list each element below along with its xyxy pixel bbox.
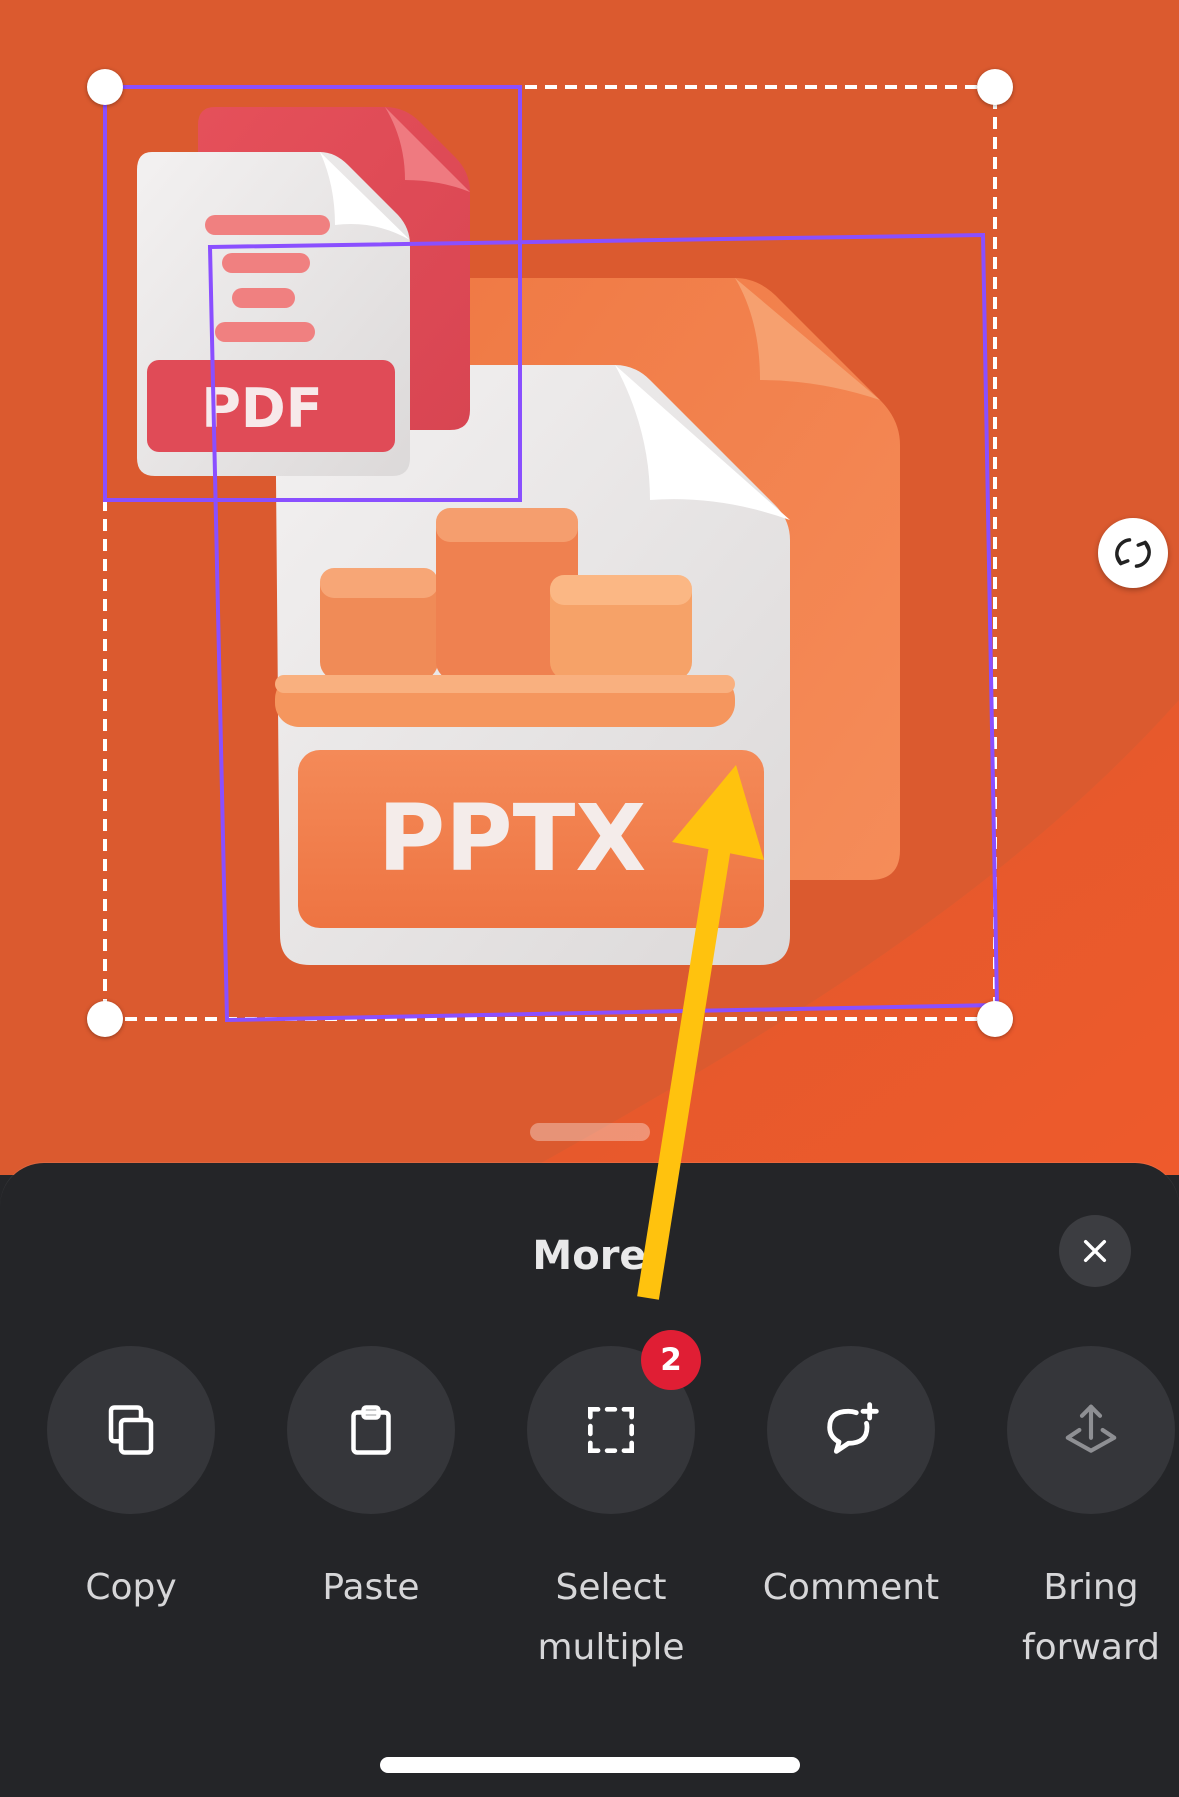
page-indicator <box>530 1123 650 1141</box>
bring-forward-label-line1: Bring <box>1043 1567 1139 1608</box>
bring-forward-icon <box>1065 1404 1117 1453</box>
comment-label-line1: Comment <box>762 1567 940 1608</box>
select-multiple-action[interactable]: 2 Select multiple <box>491 1330 731 1678</box>
resize-handle-top-right[interactable] <box>977 69 1013 105</box>
bring-forward-label-line2: forward <box>1021 1627 1161 1668</box>
close-icon <box>1083 1239 1107 1263</box>
resize-handle-bottom-right[interactable] <box>977 1001 1013 1037</box>
bring-forward-button[interactable] <box>1007 1346 1175 1514</box>
clipboard-icon <box>351 1405 391 1455</box>
more-bottom-sheet: More Copy Paste 2 Select multiple Commen… <box>0 1163 1179 1797</box>
bring-forward-label: Bring forward <box>971 1558 1179 1678</box>
resize-handle-top-left[interactable] <box>87 69 123 105</box>
comment-action[interactable]: Comment <box>731 1346 971 1618</box>
paste-label-line1: Paste <box>322 1567 420 1608</box>
home-indicator <box>380 1757 800 1773</box>
sheet-title: More <box>532 1233 647 1279</box>
copy-label-line1: Copy <box>85 1567 177 1608</box>
pdf-label: PDF <box>201 377 322 440</box>
select-multiple-label-line2: multiple <box>537 1627 685 1668</box>
close-button[interactable] <box>1059 1215 1131 1287</box>
select-multiple-label-line1: Select <box>555 1567 667 1608</box>
bring-forward-action[interactable]: Bring forward <box>971 1346 1179 1678</box>
paste-label: Paste <box>251 1558 491 1618</box>
rotate-icon <box>1115 538 1151 568</box>
select-multiple-label: Select multiple <box>491 1558 731 1678</box>
comment-button[interactable] <box>767 1346 935 1514</box>
copy-label: Copy <box>11 1558 251 1618</box>
paste-button[interactable] <box>287 1346 455 1514</box>
rotate-button[interactable] <box>1098 518 1168 588</box>
pptx-label: PPTX <box>378 785 647 892</box>
selection-count-badge: 2 <box>641 1330 701 1390</box>
paste-action[interactable]: Paste <box>251 1346 491 1618</box>
select-multiple-button[interactable]: 2 <box>527 1330 701 1514</box>
resize-handle-bottom-left[interactable] <box>87 1001 123 1037</box>
design-canvas[interactable]: PPTX PDF <box>0 0 1179 1175</box>
comment-label: Comment <box>731 1558 971 1618</box>
select-multiple-icon <box>588 1407 634 1453</box>
copy-button[interactable] <box>47 1346 215 1514</box>
copy-action[interactable]: Copy <box>11 1346 251 1618</box>
copy-icon <box>108 1405 154 1455</box>
comment-add-icon <box>827 1402 879 1454</box>
canvas-artwork: PPTX PDF <box>103 85 1179 1175</box>
